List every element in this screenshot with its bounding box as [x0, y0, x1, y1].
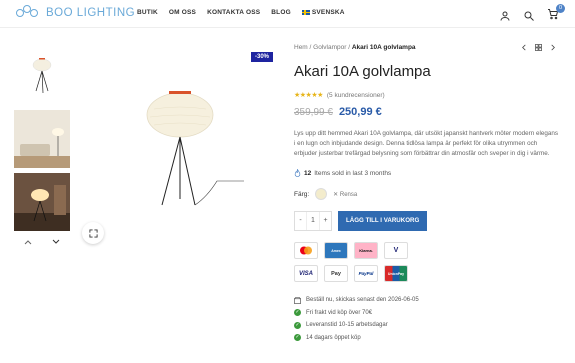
qty-decrease-button[interactable]: -: [295, 212, 306, 230]
search-icon[interactable]: [523, 10, 535, 22]
payment-methods: Amex Klarna. V VISA Pay PayPal UnionPay: [294, 242, 564, 282]
breadcrumb-separator: /: [309, 44, 312, 51]
main-product-image[interactable]: [82, 47, 275, 247]
cart-button[interactable]: 0: [547, 4, 565, 25]
zoom-button[interactable]: [82, 222, 104, 244]
brand-name: BOO LIGHTING: [46, 7, 136, 19]
ship-date-text: Beställ nu, skickas senast den 2026-06-0…: [306, 297, 419, 304]
user-icon[interactable]: [499, 10, 511, 22]
price-block: 359,99 € 250,99 €: [294, 106, 564, 118]
dark-room-thumbnail-image: [14, 173, 70, 231]
chevron-up-icon[interactable]: [24, 237, 32, 247]
fire-icon: [294, 169, 301, 177]
color-selector: Färg: ✕ Rensa: [294, 188, 564, 200]
nav-item-om-oss[interactable]: OM OSS: [169, 9, 196, 16]
return-policy-text: 14 dagars öppet köp: [306, 334, 361, 341]
breadcrumb-separator: /: [348, 44, 351, 51]
add-to-cart-row: - 1 + LÄGG TILL I VARUKORG: [294, 211, 564, 231]
product-title: Akari 10A golvlampa: [294, 63, 431, 80]
lamp-main-image: [146, 91, 244, 206]
delivery-time-text: Leveranstid 10-15 arbetsdagar: [306, 322, 388, 329]
qty-input[interactable]: 1: [306, 212, 320, 230]
language-label: SVENSKA: [311, 9, 345, 16]
sold-text: Items sold in last 3 months: [314, 169, 392, 177]
ship-date-note: Beställ nu, skickas senast den 2026-06-0…: [294, 294, 564, 307]
rating: ★★★★★ (5 kundrecensioner): [294, 91, 564, 100]
thumbnail-3[interactable]: [14, 173, 70, 231]
review-count-link[interactable]: (5 kundrecensioner): [327, 92, 385, 99]
breadcrumb-category[interactable]: Golvlampor: [313, 44, 346, 51]
quantity-stepper: - 1 +: [294, 211, 332, 231]
klarna-icon: Klarna.: [354, 242, 378, 259]
sale-badge: -30%: [251, 52, 274, 62]
thumbnail-2[interactable]: [14, 110, 70, 168]
product-nav: [521, 44, 556, 51]
star-rating-icon: ★★★★★: [294, 92, 323, 99]
mastercard-icon: [294, 242, 318, 259]
amex-icon: Amex: [324, 242, 348, 259]
main-nav: BUTIK OM OSS KONTAKTA OSS BLOG SVENSKA: [137, 9, 345, 16]
chevron-left-icon[interactable]: [521, 44, 527, 51]
logo-mark: [16, 5, 42, 21]
sale-price: 250,99 €: [338, 106, 382, 118]
box-icon: [294, 296, 301, 304]
shipping-notes: Beställ nu, skickas senast den 2026-06-0…: [294, 294, 564, 344]
free-shipping-text: Fri frakt vid köp över 70€: [306, 309, 373, 316]
sold-info: 12 Items sold in last 3 months: [294, 169, 564, 177]
header-actions: 0: [499, 4, 565, 25]
product-description: Lys upp ditt hemmed Akari 10A golvlampa,…: [294, 130, 559, 157]
nav-item-butik[interactable]: BUTIK: [137, 9, 158, 16]
breadcrumb-home[interactable]: Hem: [294, 44, 308, 51]
sold-count: 12: [304, 169, 312, 177]
thumbnail-nav: [14, 237, 70, 247]
check-icon: ✓: [294, 334, 301, 342]
unionpay-icon: UnionPay: [384, 265, 408, 282]
product-info: Hem / Golvlampor / Akari 10A golvlampa A…: [294, 44, 564, 344]
check-icon: ✓: [294, 321, 301, 329]
color-label: Färg:: [294, 190, 310, 198]
cart-count-badge: 0: [556, 4, 565, 13]
nav-item-blog[interactable]: BLOG: [271, 9, 291, 16]
chevron-down-icon[interactable]: [52, 237, 60, 247]
logo[interactable]: BOO LIGHTING: [16, 5, 135, 21]
visa-electron-icon: V: [384, 242, 408, 259]
thumbnail-1[interactable]: [14, 47, 70, 105]
free-shipping-note: ✓ Fri frakt vid köp över 70€: [294, 307, 564, 320]
sweden-flag-icon: [301, 9, 310, 16]
breadcrumb-current: Akari 10A golvlampa: [351, 44, 416, 51]
site-header: BOO LIGHTING BUTIK OM OSS KONTAKTA OSS B…: [0, 0, 575, 28]
language-switcher[interactable]: SVENSKA: [301, 9, 345, 16]
expand-icon: [88, 228, 98, 238]
check-icon: ✓: [294, 309, 301, 317]
delivery-time-note: ✓ Leveranstid 10-15 arbetsdagar: [294, 319, 564, 332]
nav-item-kontakta-oss[interactable]: KONTAKTA OSS: [207, 9, 260, 16]
grid-icon[interactable]: [535, 44, 542, 51]
qty-increase-button[interactable]: +: [320, 212, 331, 230]
lamp-thumbnail-image: [32, 58, 52, 94]
thumbnail-list: [14, 47, 70, 236]
clear-selection-link[interactable]: ✕ Rensa: [333, 191, 357, 198]
room-thumbnail-image: [14, 110, 70, 168]
visa-icon: VISA: [294, 265, 318, 282]
return-policy-note: ✓ 14 dagars öppet köp: [294, 332, 564, 345]
apple-pay-icon: Pay: [324, 265, 348, 282]
add-to-cart-button[interactable]: LÄGG TILL I VARUKORG: [338, 211, 428, 231]
old-price: 359,99 €: [294, 107, 333, 118]
chevron-right-icon[interactable]: [550, 44, 556, 51]
color-swatch[interactable]: [315, 188, 328, 200]
paypal-icon: PayPal: [354, 265, 378, 282]
